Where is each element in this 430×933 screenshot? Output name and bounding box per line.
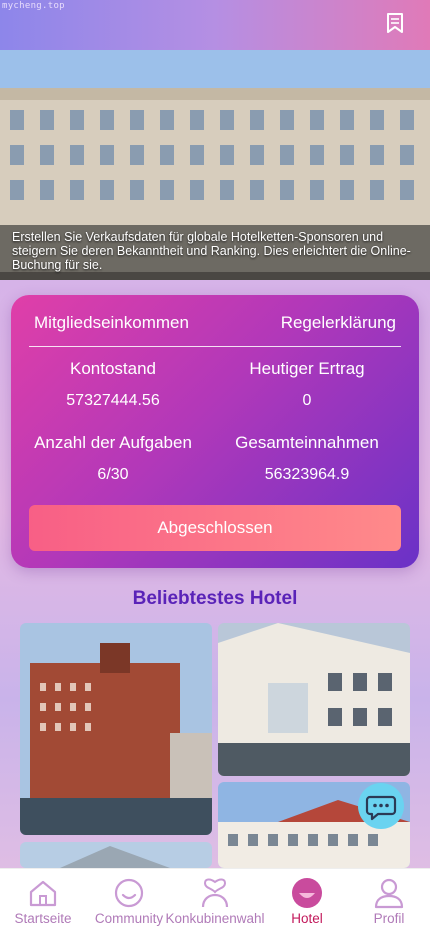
bookmark-icon[interactable] — [386, 12, 404, 34]
stat-value: 56323964.9 — [264, 466, 350, 483]
tab-selection[interactable]: Konkubinenwahl — [165, 869, 265, 933]
stat-value: 0 — [302, 392, 312, 409]
stat-value: 6/30 — [97, 466, 129, 483]
stat-task-count: Anzahl der Aufgaben 6/30 — [11, 433, 215, 484]
hotel-image — [218, 623, 410, 776]
popular-hotel-title: Beliebtestes Hotel — [132, 588, 298, 609]
banner-caption: Erstellen Sie Verkaufsdaten für globale … — [12, 230, 411, 272]
stat-label: Heutiger Ertrag — [249, 359, 365, 378]
tab-community[interactable]: Community — [86, 869, 172, 933]
tab-profile[interactable]: Profil — [346, 869, 430, 933]
stat-label: Gesamteinnahmen — [235, 433, 379, 452]
hotel-tile[interactable] — [20, 842, 212, 868]
tab-label: Profil — [373, 911, 405, 926]
stat-balance: Kontostand 57327444.56 — [11, 359, 215, 410]
watermark-text: mycheng.top — [2, 1, 65, 11]
stat-total-income: Gesamteinnahmen 56323964.9 — [205, 433, 409, 484]
hotel-image — [20, 623, 212, 835]
card-title: Mitgliedseinkommen — [34, 313, 189, 332]
rules-link[interactable]: Regelerklärung — [281, 313, 396, 333]
hotel-tile[interactable] — [218, 623, 410, 776]
stat-value: 57327444.56 — [66, 392, 160, 409]
smile-icon — [114, 878, 144, 908]
heart-person-icon — [201, 878, 229, 908]
completed-button[interactable]: Abgeschlossen — [29, 505, 401, 551]
tab-home[interactable]: Startseite — [0, 869, 86, 933]
hotel-icon — [292, 878, 322, 908]
stat-label: Anzahl der Aufgaben — [34, 433, 192, 452]
stat-today-earnings: Heutiger Ertrag 0 — [205, 359, 409, 410]
tab-label: Konkubinenwahl — [165, 911, 265, 926]
hotel-image — [20, 842, 212, 868]
bottom-tab-bar: Startseite Community Konkubinenwahl Hote… — [0, 868, 430, 933]
stat-label: Kontostand — [69, 359, 156, 378]
profile-icon — [374, 878, 404, 909]
home-icon — [29, 880, 57, 907]
top-bar: mycheng.top — [0, 0, 430, 50]
member-income-card: Mitgliedseinkommen Regelerklärung Kontos… — [11, 295, 419, 568]
chat-bubble-icon — [365, 795, 397, 821]
hotel-banner[interactable]: Erstellen Sie Verkaufsdaten für globale … — [0, 50, 430, 280]
hotel-tile[interactable] — [20, 623, 212, 835]
chat-button[interactable] — [358, 783, 404, 829]
card-divider — [29, 346, 401, 347]
